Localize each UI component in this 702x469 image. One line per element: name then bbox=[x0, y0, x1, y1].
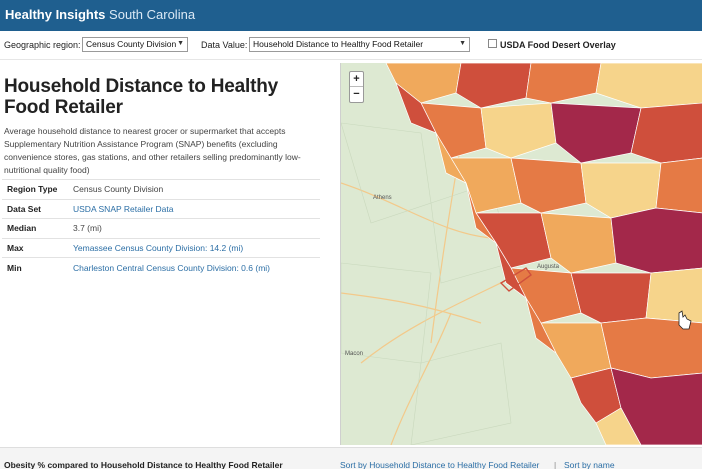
row-key: Min bbox=[2, 257, 68, 277]
food-desert-label[interactable]: USDA Food Desert Overlay bbox=[500, 40, 616, 50]
sort-separator: | bbox=[554, 460, 557, 469]
table-row: Data Set USDA SNAP Retailer Data bbox=[2, 198, 320, 219]
table-row: Median 3.7 (mi) bbox=[2, 218, 320, 238]
sort-by-value-link[interactable]: Sort by Household Distance to Healthy Fo… bbox=[340, 460, 539, 469]
max-region-link[interactable]: Yemassee Census County Division: 14.2 (m… bbox=[68, 237, 320, 258]
choropleth-map[interactable]: Athens Augusta Macon + − bbox=[340, 63, 702, 445]
chevron-down-icon: ▼ bbox=[177, 40, 184, 47]
region-select[interactable]: Census County Division ▼ bbox=[82, 37, 188, 52]
table-row: Region Type Census County Division bbox=[2, 179, 320, 199]
app-header: Healthy Insights South Carolina bbox=[0, 0, 702, 31]
min-region-link[interactable]: Charleston Central Census County Divisio… bbox=[68, 257, 320, 277]
map-label-macon: Macon bbox=[345, 351, 363, 357]
brand-sub: South Carolina bbox=[109, 7, 196, 22]
info-panel: Household Distance to Healthy Food Retai… bbox=[0, 60, 330, 445]
zoom-out-button[interactable]: − bbox=[350, 87, 363, 102]
data-value-label: Data Value: bbox=[201, 40, 248, 50]
data-value-select[interactable]: Household Distance to Healthy Food Retai… bbox=[249, 37, 470, 52]
region-select-value: Census County Division bbox=[86, 39, 177, 49]
map-canvas[interactable]: Athens Augusta Macon bbox=[341, 63, 702, 445]
bottom-bar: Obesity % compared to Household Distance… bbox=[0, 447, 702, 469]
page-title: Household Distance to Healthy Food Retai… bbox=[4, 76, 278, 118]
map-label-athens: Athens bbox=[373, 195, 392, 201]
row-key: Region Type bbox=[2, 179, 68, 199]
table-row: Max Yemassee Census County Division: 14.… bbox=[2, 237, 320, 258]
zoom-control: + − bbox=[349, 71, 364, 103]
table-row: Min Charleston Central Census County Div… bbox=[2, 257, 320, 277]
row-value: 3.7 (mi) bbox=[68, 218, 320, 238]
data-value-select-value: Household Distance to Healthy Food Retai… bbox=[253, 39, 424, 49]
row-key: Median bbox=[2, 218, 68, 238]
metric-info-table: Region Type Census County Division Data … bbox=[2, 179, 320, 277]
food-desert-checkbox[interactable] bbox=[488, 39, 497, 48]
metric-description: Average household distance to nearest gr… bbox=[4, 126, 301, 175]
row-key: Data Set bbox=[2, 198, 68, 219]
data-set-link[interactable]: USDA SNAP Retailer Data bbox=[68, 198, 320, 219]
sort-by-name-link[interactable]: Sort by name bbox=[564, 460, 615, 469]
comparison-chart-title: Obesity % compared to Household Distance… bbox=[4, 460, 283, 469]
map-label-augusta: Augusta bbox=[537, 264, 560, 270]
chevron-down-icon: ▼ bbox=[459, 40, 466, 47]
row-value: Census County Division bbox=[68, 179, 320, 199]
region-label: Geographic region: bbox=[4, 40, 81, 50]
controls-bar: Geographic region: Census County Divisio… bbox=[0, 31, 702, 60]
zoom-in-button[interactable]: + bbox=[350, 72, 363, 87]
app-brand[interactable]: Healthy Insights South Carolina bbox=[5, 7, 195, 22]
row-key: Max bbox=[2, 237, 68, 258]
brand-main: Healthy Insights bbox=[5, 7, 106, 22]
